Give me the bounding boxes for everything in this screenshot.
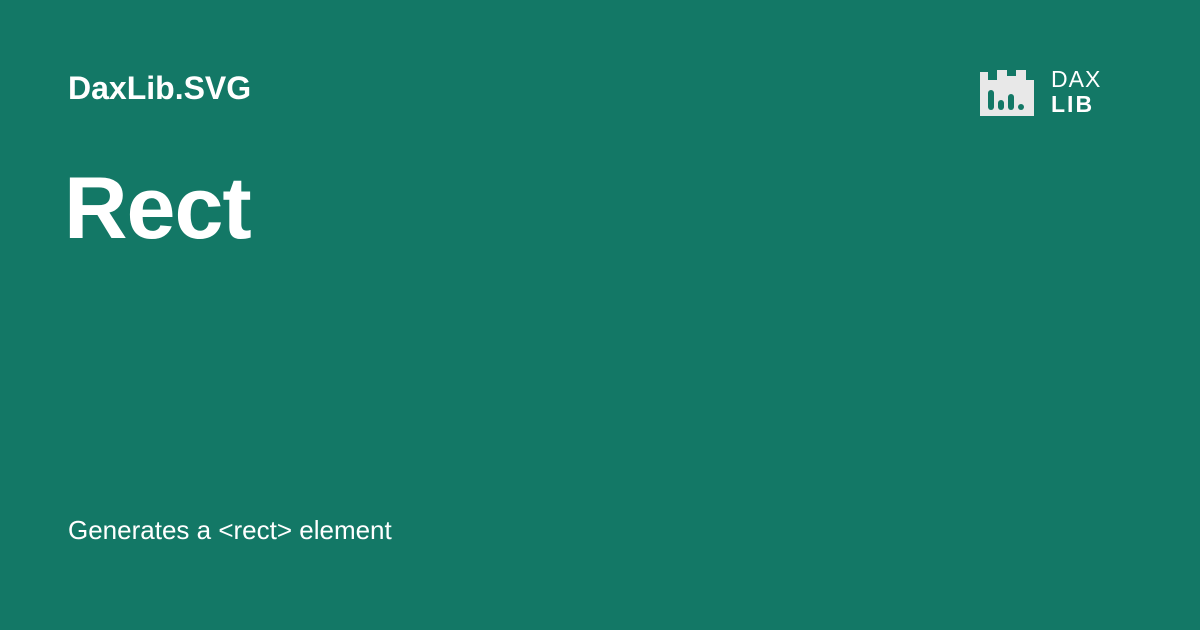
daxlib-logo: DAX LIB bbox=[978, 66, 1110, 118]
logo-bar-4 bbox=[1018, 104, 1024, 110]
library-name: DaxLib.SVG bbox=[68, 70, 252, 106]
logo-bar-3 bbox=[1008, 94, 1014, 110]
logo-wordmark-dax: DAX bbox=[1051, 66, 1102, 92]
function-description: Generates a <rect> element bbox=[68, 515, 392, 545]
logo-bar-2 bbox=[998, 100, 1004, 110]
daxlib-castle-chart-icon bbox=[980, 70, 1034, 116]
logo-bar-1 bbox=[988, 90, 994, 110]
logo-wordmark: DAX LIB bbox=[1051, 66, 1113, 118]
card-background: DaxLib.SVG Rect Generates a <rect> eleme… bbox=[0, 0, 1200, 630]
page-title: Rect bbox=[64, 158, 252, 257]
logo-wordmark-lib: LIB bbox=[1051, 91, 1095, 117]
